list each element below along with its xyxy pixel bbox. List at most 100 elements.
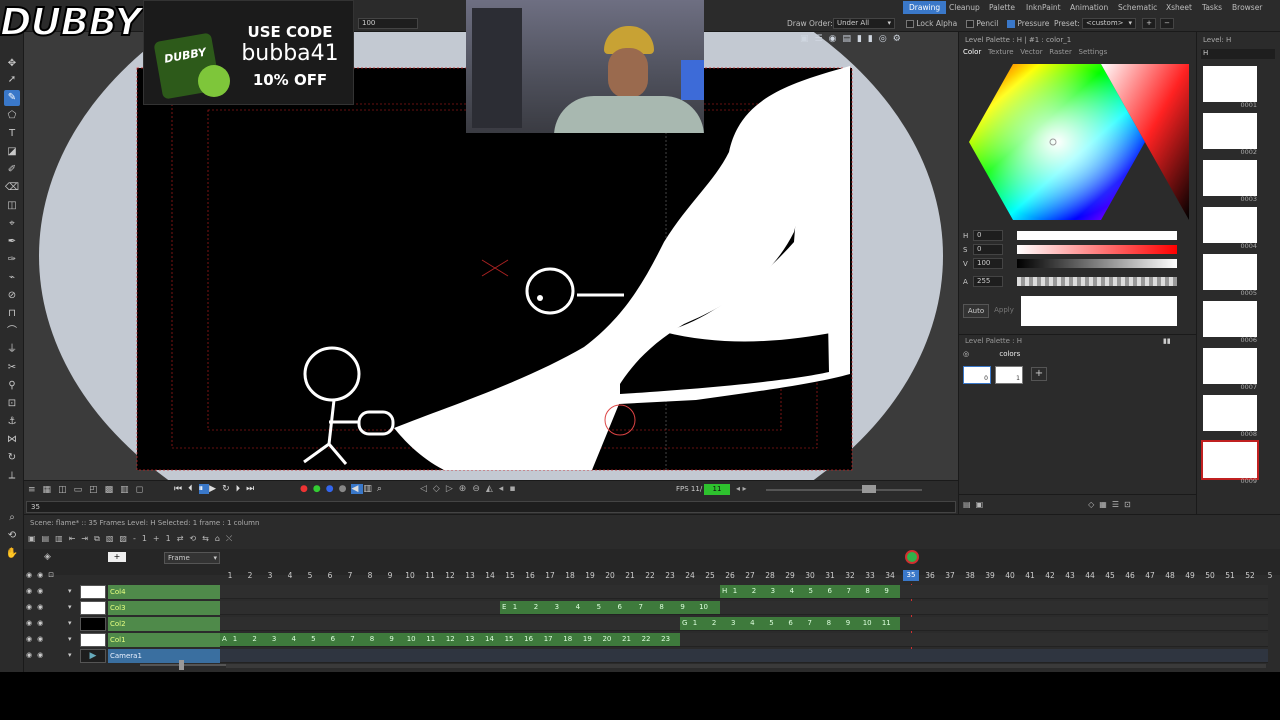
frame-ruler-number[interactable]: 30: [800, 571, 820, 580]
tab-vector[interactable]: Vector: [1020, 48, 1042, 56]
next-frame-icon[interactable]: ⏵: [236, 484, 247, 494]
frame-ruler-number[interactable]: 8: [360, 571, 380, 580]
v-slider[interactable]: [1017, 259, 1177, 268]
frame-ruler-number[interactable]: 11: [420, 571, 440, 580]
cell-frame-number[interactable]: 17: [541, 633, 555, 646]
level-frame-cell[interactable]: [1201, 440, 1259, 480]
cell-frame-number[interactable]: 6: [613, 601, 627, 614]
cell-frame-number[interactable]: 1: [688, 617, 702, 630]
color-wheel[interactable]: [961, 60, 1195, 224]
frame-ruler-number[interactable]: 51: [1220, 571, 1240, 580]
level-frame-cell[interactable]: [1203, 113, 1257, 149]
cell-frame-number[interactable]: 13: [463, 633, 477, 646]
lock-alpha-checkbox[interactable]: [906, 20, 914, 28]
cell-frame-number[interactable]: 7: [842, 585, 856, 598]
skeleton-tool-icon[interactable]: ⚲: [4, 378, 20, 394]
cell-frame-number[interactable]: 9: [676, 601, 690, 614]
tracker-tool-icon[interactable]: ⊡: [4, 396, 20, 412]
reverse-icon[interactable]: ⇄: [177, 534, 190, 543]
frame-ruler-number[interactable]: 46: [1120, 571, 1140, 580]
preset-dropdown[interactable]: <custom> ▾: [1082, 18, 1136, 29]
frame-ruler-number[interactable]: 10: [400, 571, 420, 580]
cell-frame-number[interactable]: 10: [860, 617, 874, 630]
cell-frame-number[interactable]: 6: [823, 585, 837, 598]
frame-ruler-number[interactable]: 5: [1260, 571, 1280, 580]
preview-toggle-icon[interactable]: ◉: [26, 571, 37, 579]
frame-ruler-number[interactable]: 2: [240, 571, 260, 580]
rotate-tool-icon[interactable]: ↻: [4, 450, 20, 466]
frame-ruler-number[interactable]: 39: [980, 571, 1000, 580]
camera-column-name[interactable]: Camera1: [108, 649, 220, 663]
room-tab-drawing[interactable]: Drawing: [903, 1, 947, 14]
plastic-tool-icon[interactable]: ⋈: [4, 432, 20, 448]
animate-tool-icon[interactable]: ✥: [4, 56, 20, 72]
cell-frame-number[interactable]: 9: [841, 617, 855, 630]
level-frame-cell[interactable]: [1203, 160, 1257, 196]
frame-ruler-number[interactable]: 52: [1240, 571, 1260, 580]
zoom-tool-icon[interactable]: ⌕: [4, 510, 20, 526]
frame-ruler-number[interactable]: 14: [480, 571, 500, 580]
frame-ruler-number[interactable]: 36: [920, 571, 940, 580]
cell-frame-number[interactable]: 2: [747, 585, 761, 598]
add-color-button[interactable]: +: [1031, 367, 1047, 381]
chevron-down-icon[interactable]: ▾: [68, 635, 72, 643]
frame-ruler-number[interactable]: 18: [560, 571, 580, 580]
chevron-down-icon[interactable]: ▾: [68, 587, 72, 595]
fit-icon[interactable]: ▭: [74, 485, 90, 495]
new-level-icon[interactable]: ▣: [28, 534, 42, 543]
frame-ruler-number[interactable]: 1: [220, 571, 240, 580]
play-icon[interactable]: ▶: [209, 484, 222, 494]
frame-ruler-number[interactable]: 16: [520, 571, 540, 580]
frame-ruler-number[interactable]: 45: [1100, 571, 1120, 580]
frame-ruler-number[interactable]: 25: [700, 571, 720, 580]
column-visibility-toggle[interactable]: ◉◉: [26, 603, 48, 611]
palette-grid-icon[interactable]: ▦: [1099, 500, 1112, 509]
xsheet-row[interactable]: [220, 649, 1268, 663]
add-column-icon[interactable]: +: [108, 552, 126, 562]
lock-alpha-toggle[interactable]: Lock Alpha: [906, 19, 957, 28]
cell-frame-number[interactable]: 6: [326, 633, 340, 646]
frame-ruler-number[interactable]: 26: [720, 571, 740, 580]
cell-frame-number[interactable]: 7: [634, 601, 648, 614]
cell-frame-number[interactable]: 2: [529, 601, 543, 614]
sound-icon[interactable]: ◀: [351, 484, 364, 494]
prev-key-icon[interactable]: ◁: [420, 484, 433, 494]
frame-ruler-number[interactable]: 6: [320, 571, 340, 580]
fill-tool-icon[interactable]: ◪: [4, 144, 20, 160]
frame-ruler-number[interactable]: 28: [760, 571, 780, 580]
frame-ruler-number[interactable]: 29: [780, 571, 800, 580]
prev-frame-icon[interactable]: ⏴: [188, 484, 199, 494]
remove-preset-button[interactable]: −: [1160, 18, 1174, 29]
frame-ruler-number[interactable]: 5: [300, 571, 320, 580]
magnifier-icon[interactable]: ⌕: [377, 484, 387, 494]
room-tab-palette[interactable]: Palette: [983, 1, 1021, 14]
chevron-down-icon[interactable]: ▾: [68, 603, 72, 611]
room-tab-cleanup[interactable]: Cleanup: [943, 1, 986, 14]
xsheet-row[interactable]: [220, 601, 1268, 615]
preview-icon[interactable]: ◉: [829, 34, 843, 44]
level-frame-cell[interactable]: [1203, 395, 1257, 431]
zoom-slider-handle[interactable]: [179, 660, 184, 670]
cell-frame-number[interactable]: 3: [766, 585, 780, 598]
room-tab-tasks[interactable]: Tasks: [1196, 1, 1228, 14]
frame-ruler-number[interactable]: 34: [880, 571, 900, 580]
tab-raster[interactable]: Raster: [1049, 48, 1072, 56]
pressure-checkbox[interactable]: [1007, 20, 1015, 28]
level-frame-cell[interactable]: [1203, 348, 1257, 384]
tab-color[interactable]: Color: [963, 48, 981, 56]
repeat-icon[interactable]: ⤬: [226, 534, 238, 543]
frame-ruler-number[interactable]: 17: [540, 571, 560, 580]
frame-ruler-number[interactable]: 38: [960, 571, 980, 580]
rgb-picker-tool-icon[interactable]: ✒: [4, 234, 20, 250]
column-thumbnail[interactable]: [80, 617, 106, 631]
frame-slider[interactable]: [766, 489, 922, 491]
room-tab-inknpaint[interactable]: InknPaint: [1020, 1, 1067, 14]
cell-frame-number[interactable]: 1: [728, 585, 742, 598]
decrease-step-icon[interactable]: -1: [133, 534, 153, 543]
frame-ruler-number[interactable]: 49: [1180, 571, 1200, 580]
room-tab-schematic[interactable]: Schematic: [1112, 1, 1163, 14]
cell-frame-number[interactable]: 5: [592, 601, 606, 614]
camera-view-icon[interactable]: ▣: [800, 34, 815, 44]
room-tab-animation[interactable]: Animation: [1064, 1, 1114, 14]
zoom-in-icon[interactable]: ⊕: [459, 484, 473, 494]
